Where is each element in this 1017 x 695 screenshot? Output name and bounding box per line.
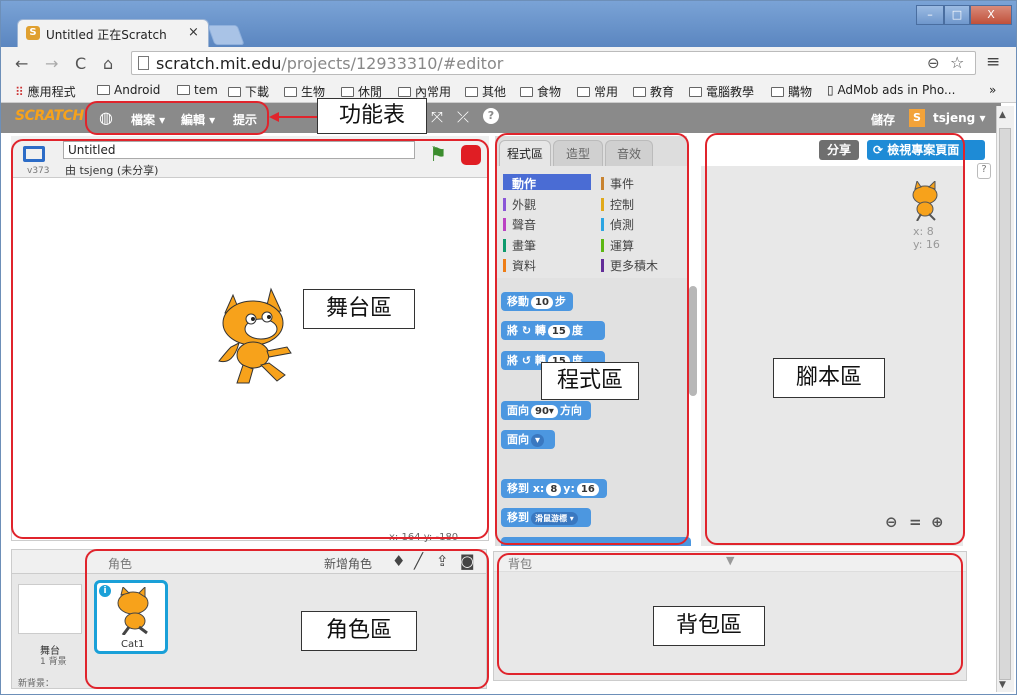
folder-icon xyxy=(97,85,110,95)
folder-icon xyxy=(177,85,190,95)
bookmark-item[interactable]: 食物 xyxy=(520,83,561,100)
stage-thumbnail[interactable] xyxy=(18,584,82,634)
window-titlebar: S Untitled 正在Scratch × – □ X xyxy=(1,1,1016,47)
help-tab[interactable]: ? xyxy=(977,163,991,179)
help-icon[interactable]: ? xyxy=(483,108,499,124)
annotation-frame-script xyxy=(705,133,965,545)
bookmark-item[interactable]: 教育 xyxy=(633,83,674,100)
url-path: /projects/12933310/#editor xyxy=(281,54,504,73)
home-icon[interactable]: ⌂ xyxy=(103,54,113,73)
bookmarks-overflow[interactable]: » xyxy=(989,83,996,97)
bookmark-item[interactable]: 其他 xyxy=(465,83,506,100)
folder-icon xyxy=(398,87,411,97)
browser-tab[interactable]: S Untitled 正在Scratch × xyxy=(17,19,209,47)
folder-icon xyxy=(228,87,241,97)
annotation-frame-menu xyxy=(85,101,269,135)
page-scrollbar[interactable]: ▲ ▼ xyxy=(996,106,1014,692)
page-icon xyxy=(138,56,149,70)
folder-icon xyxy=(689,87,702,97)
annotation-frame-sprites xyxy=(85,549,489,689)
user-menu[interactable]: tsjeng ▾ xyxy=(933,111,985,125)
bookmarks-bar: ⠿ 應用程式 Android tem 下載 生物 休閒 內常用 其他 食物 常用… xyxy=(1,79,1016,103)
page-icon: ▯ xyxy=(827,83,834,97)
folder-icon xyxy=(577,87,590,97)
bookmark-item[interactable]: tem xyxy=(177,83,218,97)
scratch-favicon-icon: S xyxy=(26,26,40,40)
callout-palette: 程式區 xyxy=(541,362,639,400)
folder-icon xyxy=(465,87,478,97)
scroll-down-icon[interactable]: ▼ xyxy=(999,680,1006,690)
annotation-frame-palette xyxy=(495,133,689,545)
scratch-logo[interactable]: SCRATCH xyxy=(15,108,84,124)
folder-icon xyxy=(341,87,354,97)
palette-scrollbar[interactable] xyxy=(689,286,697,396)
callout-menu: 功能表 xyxy=(317,98,427,134)
star-icon[interactable]: ☆ xyxy=(950,53,964,72)
scroll-up-icon[interactable]: ▲ xyxy=(999,110,1006,120)
zoom-icon[interactable]: ⊖ xyxy=(927,54,940,72)
callout-backpack: 背包區 xyxy=(653,606,765,646)
bookmark-item[interactable]: 購物 xyxy=(771,83,812,100)
callout-sprites: 角色區 xyxy=(301,611,417,651)
bookmark-apps[interactable]: ⠿ 應用程式 xyxy=(15,83,76,100)
reload-icon[interactable]: C xyxy=(75,54,86,73)
scrollbar-thumb[interactable] xyxy=(999,128,1011,680)
tab-title: Untitled 正在Scratch xyxy=(46,28,167,42)
user-avatar[interactable]: S xyxy=(909,109,925,127)
close-window-button[interactable]: X xyxy=(970,5,1012,25)
tab-close-button[interactable]: × xyxy=(188,25,199,40)
folder-icon xyxy=(633,87,646,97)
minimize-button[interactable]: – xyxy=(916,5,944,25)
apps-grid-icon: ⠿ xyxy=(15,85,24,99)
url-host: scratch.mit.edu xyxy=(156,54,282,73)
bookmark-item[interactable]: 電腦教學 xyxy=(689,83,754,100)
annotation-frame-stage xyxy=(11,139,489,539)
back-icon[interactable]: ← xyxy=(15,54,28,73)
bookmark-item[interactable]: Android xyxy=(97,83,160,97)
maximize-button[interactable]: □ xyxy=(944,5,970,25)
annotation-arrow xyxy=(269,112,317,122)
shrink-icon[interactable]: ⤫ xyxy=(457,108,469,126)
callout-script: 腳本區 xyxy=(773,358,885,398)
address-bar: ← → C ⌂ scratch.mit.edu/projects/1293331… xyxy=(1,47,1016,79)
grow-icon[interactable]: ⤧ xyxy=(431,108,443,126)
browser-window: S Untitled 正在Scratch × – □ X ← → C ⌂ scr… xyxy=(0,0,1017,695)
bookmark-item[interactable]: 常用 xyxy=(577,83,618,100)
folder-icon xyxy=(771,87,784,97)
stage-backdrop-count: 1 背景 xyxy=(40,657,67,667)
new-tab-button[interactable] xyxy=(207,25,245,45)
forward-icon[interactable]: → xyxy=(45,54,58,73)
callout-stage: 舞台區 xyxy=(303,289,415,329)
folder-icon xyxy=(520,87,533,97)
chrome-menu-icon[interactable]: ≡ xyxy=(986,52,1000,72)
bookmark-item[interactable]: ▯ AdMob ads in Pho... xyxy=(827,83,955,97)
new-backdrop-label: 新背景： xyxy=(18,679,55,689)
save-button[interactable]: 儲存 xyxy=(871,111,895,128)
url-input[interactable]: scratch.mit.edu/projects/12933310/#edito… xyxy=(131,51,976,75)
bookmark-item[interactable]: 下載 xyxy=(228,83,269,100)
folder-icon xyxy=(284,87,297,97)
